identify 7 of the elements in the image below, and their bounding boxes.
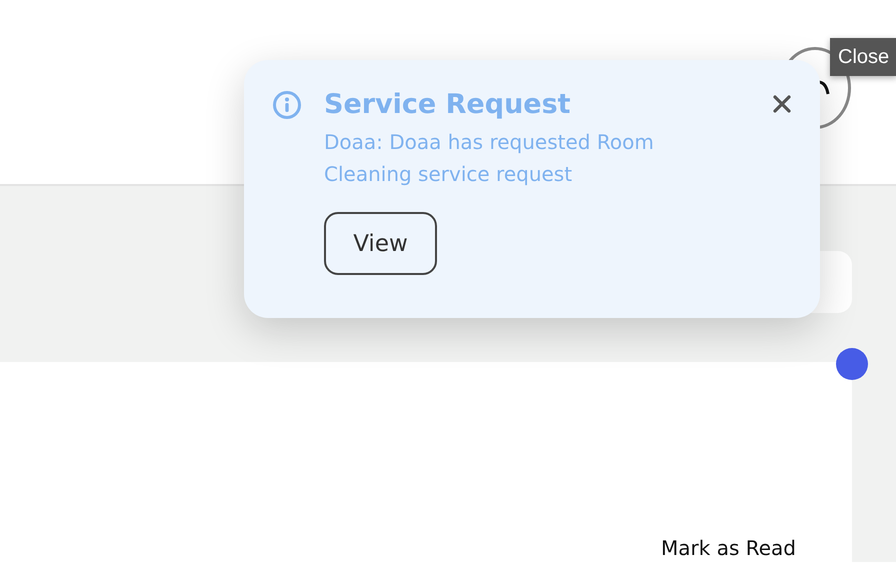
view-button[interactable]: View [324,212,437,275]
toast-message: Doaa: Doaa has requested Room Cleaning service request [324,129,654,188]
mark-as-read-link[interactable]: Mark as Read [661,536,796,560]
tooltip: Close [830,38,896,76]
info-icon [272,90,302,120]
toast-title: Service Request [324,88,572,122]
close-icon[interactable] [772,94,792,114]
